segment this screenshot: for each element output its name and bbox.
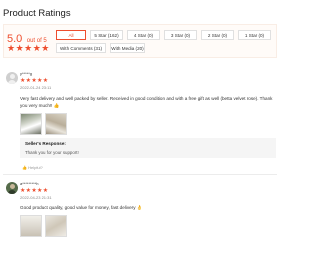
review-date: 2022-04-23 21:31 [20,195,52,200]
avatar[interactable] [6,182,18,194]
review-item: a*********h ★★★★★ 2022-04-23 21:31 Good … [3,180,277,240]
filter-2-star-button[interactable]: 2 Star (0) [201,30,234,40]
review-photo[interactable] [45,215,67,237]
helpful-button[interactable]: 👍 Helpful? [22,165,43,170]
review-text: Very fast delivery and well packed by se… [20,96,273,108]
review-photo[interactable] [45,113,67,135]
seller-response-text: Thank you for your support! [25,150,79,155]
review-date: 2022-01-24 23:11 [20,85,52,90]
review-photo[interactable] [20,215,42,237]
review-stars-icon: ★★★★★ [20,188,49,194]
seller-response: Seller's Response: Thank you for your su… [20,138,276,158]
review-photo[interactable] [20,113,42,135]
review-stars-icon: ★★★★★ [20,78,49,84]
page-title: Product Ratings [3,8,71,19]
filter-3-star-button[interactable]: 3 Star (0) [164,30,197,40]
summary-stars-icon: ★★★★★ [7,43,50,53]
avatar[interactable] [6,72,18,84]
filter-5-star-button[interactable]: 5 Star (162) [90,30,123,40]
review-divider [3,174,277,175]
filter-4-star-button[interactable]: 4 Star (0) [127,30,160,40]
review-text: Good product quality, good value for mon… [20,205,143,210]
filter-1-star-button[interactable]: 1 Star (0) [238,30,271,40]
filter-with-media-button[interactable]: With Media (20) [110,43,145,53]
rating-summary: 5.0 out of 5 ★★★★★ All 5 Star (162) 4 St… [3,24,277,58]
filter-with-comments-button[interactable]: With Comments (31) [56,43,106,53]
review-username[interactable]: a*********h [20,181,38,186]
review-username[interactable]: y*****g [20,71,32,76]
review-item: y*****g ★★★★★ 2022-01-24 23:11 Very fast… [3,70,277,176]
seller-response-title: Seller's Response: [25,141,66,146]
filter-all-button[interactable]: All [56,30,86,40]
